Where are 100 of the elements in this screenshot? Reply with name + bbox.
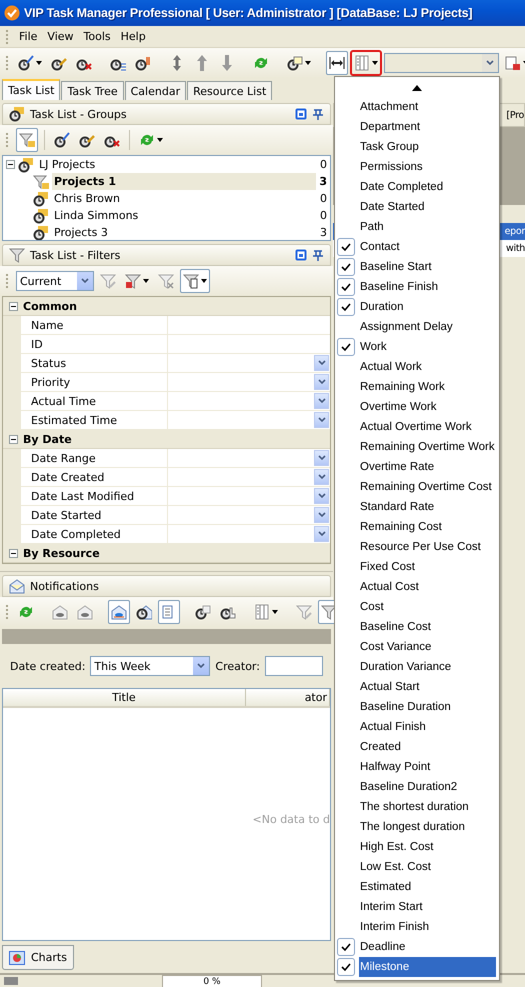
columns-button[interactable] <box>351 51 381 75</box>
dropdown-button[interactable] <box>314 450 329 466</box>
menu-item[interactable]: Attachment <box>359 97 496 117</box>
chevron-down-icon <box>318 379 326 385</box>
menu-item[interactable]: Fixed Cost <box>359 557 496 577</box>
menu-item[interactable]: Permissions <box>359 157 496 177</box>
dropdown-button[interactable] <box>314 412 329 428</box>
menu-item[interactable]: Baseline Start <box>359 257 496 277</box>
menu-item[interactable]: Tools <box>80 28 115 45</box>
collapse-toggle[interactable] <box>9 434 18 444</box>
menu-item[interactable]: Low Est. Cost <box>359 857 496 877</box>
menu-item[interactable]: Interim Finish <box>359 917 496 937</box>
dropdown-button[interactable] <box>314 393 329 409</box>
menu-item[interactable]: Baseline Duration <box>359 697 496 717</box>
menu-item[interactable]: The shortest duration <box>359 797 496 817</box>
field-label: Date Created <box>3 468 168 486</box>
menu-item[interactable]: Remaining Cost <box>359 517 496 537</box>
menu-item[interactable]: High Est. Cost <box>359 837 496 857</box>
menu-item[interactable]: Actual Start <box>359 677 496 697</box>
dropdown-button[interactable] <box>314 488 329 504</box>
menu-item[interactable]: The longest duration <box>359 817 496 837</box>
menu-item[interactable]: Created <box>359 737 496 757</box>
menu-item[interactable]: Remaining Work <box>359 377 496 397</box>
menu-item[interactable]: Actual Cost <box>359 577 496 597</box>
menu-item[interactable]: Overtime Work <box>359 397 496 417</box>
tab[interactable]: Calendar <box>124 81 186 100</box>
tab[interactable]: Resource List <box>187 81 272 100</box>
collapse-toggle[interactable] <box>6 160 15 169</box>
collapse-toggle[interactable] <box>9 302 18 310</box>
menu-item[interactable]: Cost <box>359 597 496 617</box>
menu-item[interactable]: Cost Variance <box>359 637 496 657</box>
tree-item[interactable]: LJ Projects <box>37 156 317 173</box>
menu-item[interactable]: Help <box>116 28 150 45</box>
menu-item[interactable]: Path <box>359 217 496 237</box>
check-icon <box>341 302 351 312</box>
checkbox[interactable] <box>337 338 355 356</box>
filter-columns-button[interactable] <box>180 269 210 293</box>
menu-item[interactable]: Overtime Rate <box>359 457 496 477</box>
fit-button[interactable] <box>326 51 348 75</box>
menu-item[interactable]: Actual Work <box>359 357 496 377</box>
check-icon <box>341 962 351 972</box>
tree-item[interactable]: Linda Simmons <box>52 207 317 224</box>
menu-item[interactable]: File <box>15 28 42 45</box>
envelope-eye-icon <box>111 604 127 620</box>
menu-item[interactable]: Date Started <box>359 197 496 217</box>
menu-item[interactable]: Interim Start <box>359 897 496 917</box>
tree-item[interactable]: Chris Brown <box>52 190 317 207</box>
column-header[interactable]: ator <box>246 689 330 706</box>
menu-item[interactable]: Standard Rate <box>359 497 496 517</box>
checkbox[interactable] <box>337 278 355 296</box>
menu-item[interactable]: Milestone <box>359 957 496 977</box>
creator-field[interactable] <box>264 656 323 676</box>
tab[interactable]: Task List <box>2 79 60 100</box>
menu-item[interactable]: Actual Finish <box>359 717 496 737</box>
checkbox[interactable] <box>337 238 355 256</box>
checkbox[interactable] <box>337 938 355 956</box>
menu-item[interactable]: Task Group <box>359 137 496 157</box>
dropdown-button[interactable] <box>314 526 329 542</box>
app-logo-icon <box>4 5 20 21</box>
envelope-doc-button[interactable] <box>158 600 180 624</box>
menu-item[interactable]: Actual Overtime Work <box>359 417 496 437</box>
collapse-toggle[interactable] <box>9 548 18 558</box>
checkbox[interactable] <box>337 258 355 276</box>
menu-item[interactable]: Remaining Overtime Work <box>359 437 496 457</box>
dropdown-button[interactable] <box>314 355 329 371</box>
tree-item[interactable]: Projects 3 <box>52 224 317 240</box>
menu-item[interactable]: Baseline Duration2 <box>359 777 496 797</box>
filter-folder-button[interactable] <box>16 128 38 152</box>
checkbox[interactable] <box>337 958 355 976</box>
menu-item[interactable]: Halfway Point <box>359 757 496 777</box>
dropdown-button[interactable] <box>314 374 329 390</box>
column-header[interactable]: Title <box>3 689 246 706</box>
tree-item[interactable]: Projects 1 <box>52 173 316 190</box>
field-label: Date Started <box>3 506 168 524</box>
menu-item[interactable]: Resource Per Use Cost <box>359 537 496 557</box>
envelope-eye-color-button[interactable] <box>108 600 130 624</box>
menu-item[interactable]: Duration Variance <box>359 657 496 677</box>
field-label: Date created: <box>10 660 86 672</box>
checkbox[interactable] <box>337 298 355 316</box>
menu-item[interactable]: Deadline <box>359 937 496 957</box>
menu-item[interactable]: Duration <box>359 297 496 317</box>
date-created-combo[interactable]: This Week <box>90 656 210 676</box>
menu-item[interactable]: Baseline Cost <box>359 617 496 637</box>
dropdown-button[interactable] <box>314 469 329 485</box>
menu-item[interactable]: Date Completed <box>359 177 496 197</box>
menu-item[interactable]: Assignment Delay <box>359 317 496 337</box>
check-icon <box>341 282 351 292</box>
check-icon <box>341 942 351 952</box>
dropdown-button[interactable] <box>314 507 329 523</box>
tab[interactable]: Charts <box>2 945 74 970</box>
menu-item[interactable]: Contact <box>359 237 496 257</box>
refresh-icon <box>18 604 34 620</box>
menu-item[interactable]: Estimated <box>359 877 496 897</box>
menu-item[interactable]: View <box>43 28 78 45</box>
menu-item[interactable]: Baseline Finish <box>359 277 496 297</box>
tab[interactable]: Task Tree <box>61 81 124 100</box>
filter-preset-combo[interactable]: Current <box>16 271 94 291</box>
menu-item[interactable]: Work <box>359 337 496 357</box>
menu-item[interactable]: Department <box>359 117 496 137</box>
menu-item[interactable]: Remaining Overtime Cost <box>359 477 496 497</box>
